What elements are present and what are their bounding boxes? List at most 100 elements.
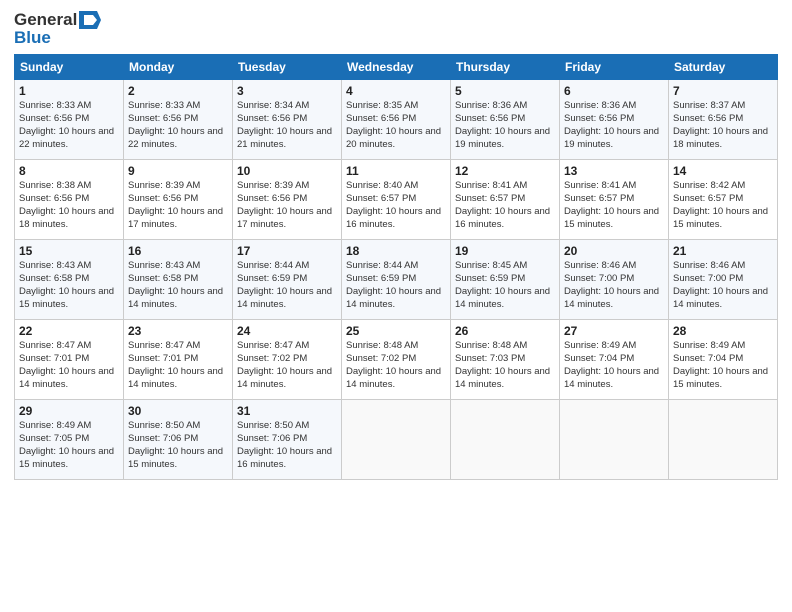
sunrise-text: Sunrise: 8:47 AM xyxy=(19,340,91,351)
day-number: 24 xyxy=(237,323,337,339)
day-cell xyxy=(451,400,560,480)
weekday-header-friday: Friday xyxy=(560,55,669,80)
day-cell: 2Sunrise: 8:33 AMSunset: 6:56 PMDaylight… xyxy=(124,80,233,160)
week-row-2: 8Sunrise: 8:38 AM Sunset: 6:56 PM Daylight… xyxy=(15,160,778,240)
sunrise-text: Sunrise: 8:34 AM xyxy=(237,100,309,111)
day-cell: 14Sunrise: 8:42 AMSunset: 6:57 PMDayligh… xyxy=(669,160,778,240)
day-cell: 21Sunrise: 8:46 AMSunset: 7:00 PMDayligh… xyxy=(669,240,778,320)
sunset-text: Sunset: 7:06 PM xyxy=(237,433,307,444)
day-number: 8 xyxy=(19,163,119,179)
day-cell: 11Sunrise: 8:40 AMSunset: 6:57 PMDayligh… xyxy=(342,160,451,240)
day-cell: 29Sunrise: 8:49 AMSunset: 7:05 PMDayligh… xyxy=(15,400,124,480)
day-number: 17 xyxy=(237,243,337,259)
daylight-text: Daylight: 10 hours and 16 minutes. xyxy=(455,206,550,230)
sunrise-text: Sunrise: 8:47 AM xyxy=(128,340,200,351)
daylight-text: Daylight: 10 hours and 15 minutes. xyxy=(673,366,768,390)
daylight-text: Daylight: 10 hours and 14 minutes. xyxy=(673,286,768,310)
sunrise-text: Sunrise: 8:49 AM xyxy=(19,420,91,431)
daylight-text: Daylight: 10 hours and 22 minutes. xyxy=(128,126,223,150)
day-number: 22 xyxy=(19,323,119,339)
daylight-text: Daylight: 10 hours and 14 minutes. xyxy=(19,366,114,390)
daylight-text: Daylight: 10 hours and 20 minutes. xyxy=(346,126,441,150)
daylight-text: Daylight: 10 hours and 14 minutes. xyxy=(346,366,441,390)
day-cell: 9Sunrise: 8:39 AMSunset: 6:56 PMDaylight… xyxy=(124,160,233,240)
logo-blue-text: Blue xyxy=(14,28,51,47)
sunset-text: Sunset: 7:02 PM xyxy=(346,353,416,364)
day-number: 25 xyxy=(346,323,446,339)
day-cell: 20Sunrise: 8:46 AMSunset: 7:00 PMDayligh… xyxy=(560,240,669,320)
sunrise-text: Sunrise: 8:50 AM xyxy=(237,420,309,431)
sunrise-text: Sunrise: 8:50 AM xyxy=(128,420,200,431)
daylight-text: Daylight: 10 hours and 22 minutes. xyxy=(19,126,114,150)
weekday-header-monday: Monday xyxy=(124,55,233,80)
sunset-text: Sunset: 6:56 PM xyxy=(19,113,89,124)
sunset-text: Sunset: 7:01 PM xyxy=(128,353,198,364)
sunset-text: Sunset: 6:56 PM xyxy=(237,193,307,204)
sunset-text: Sunset: 7:00 PM xyxy=(673,273,743,284)
sunset-text: Sunset: 6:59 PM xyxy=(455,273,525,284)
sunrise-text: Sunrise: 8:43 AM xyxy=(128,260,200,271)
sunset-text: Sunset: 7:04 PM xyxy=(564,353,634,364)
day-number: 23 xyxy=(128,323,228,339)
sunset-text: Sunset: 6:56 PM xyxy=(19,193,89,204)
day-cell: 27Sunrise: 8:49 AMSunset: 7:04 PMDayligh… xyxy=(560,320,669,400)
daylight-text: Daylight: 10 hours and 15 minutes. xyxy=(673,206,768,230)
day-number: 28 xyxy=(673,323,773,339)
daylight-text: Daylight: 10 hours and 18 minutes. xyxy=(673,126,768,150)
logo-combined: General xyxy=(14,10,101,30)
sunrise-text: Sunrise: 8:49 AM xyxy=(673,340,745,351)
week-row-3: 15Sunrise: 8:43 AMSunset: 6:58 PMDayligh… xyxy=(15,240,778,320)
sunset-text: Sunset: 7:02 PM xyxy=(237,353,307,364)
header: General Blue xyxy=(14,10,778,48)
week-row-4: 22Sunrise: 8:47 AMSunset: 7:01 PMDayligh… xyxy=(15,320,778,400)
day-cell: 3Sunrise: 8:34 AMSunset: 6:56 PMDaylight… xyxy=(233,80,342,160)
day-number: 7 xyxy=(673,83,773,99)
sunrise-text: Sunrise: 8:48 AM xyxy=(346,340,418,351)
sunrise-text: Sunrise: 8:42 AM xyxy=(673,180,745,191)
sunrise-text: Sunrise: 8:39 AM xyxy=(237,180,309,191)
week-row-5: 29Sunrise: 8:49 AMSunset: 7:05 PMDayligh… xyxy=(15,400,778,480)
sunrise-text: Sunrise: 8:33 AM xyxy=(128,100,200,111)
day-cell: 26Sunrise: 8:48 AMSunset: 7:03 PMDayligh… xyxy=(451,320,560,400)
sunset-text: Sunset: 7:00 PM xyxy=(564,273,634,284)
sunrise-text: Sunrise: 8:41 AM xyxy=(564,180,636,191)
day-number: 31 xyxy=(237,403,337,419)
sunset-text: Sunset: 6:56 PM xyxy=(128,113,198,124)
sunrise-text: Sunrise: 8:43 AM xyxy=(19,260,91,271)
daylight-text: Daylight: 10 hours and 14 minutes. xyxy=(237,286,332,310)
sunrise-text: Sunrise: 8:48 AM xyxy=(455,340,527,351)
sunset-text: Sunset: 6:56 PM xyxy=(237,113,307,124)
daylight-text: Daylight: 10 hours and 15 minutes. xyxy=(19,446,114,470)
sunrise-text: Sunrise: 8:45 AM xyxy=(455,260,527,271)
sunset-text: Sunset: 6:56 PM xyxy=(128,193,198,204)
day-cell: 4Sunrise: 8:35 AMSunset: 6:56 PMDaylight… xyxy=(342,80,451,160)
day-cell: 15Sunrise: 8:43 AMSunset: 6:58 PMDayligh… xyxy=(15,240,124,320)
sunset-text: Sunset: 6:56 PM xyxy=(564,113,634,124)
sunrise-text: Sunrise: 8:46 AM xyxy=(564,260,636,271)
day-number: 11 xyxy=(346,163,446,179)
day-cell: 8Sunrise: 8:38 AMSunset: 6:56 PMDaylight… xyxy=(15,160,124,240)
day-number: 3 xyxy=(237,83,337,99)
daylight-text: Daylight: 10 hours and 16 minutes. xyxy=(346,206,441,230)
weekday-header-row: SundayMondayTuesdayWednesdayThursdayFrid… xyxy=(15,55,778,80)
logo-general-text: General xyxy=(14,10,77,30)
sunrise-text: Sunrise: 8:38 AM xyxy=(19,180,91,191)
sunset-text: Sunset: 6:58 PM xyxy=(128,273,198,284)
weekday-header-thursday: Thursday xyxy=(451,55,560,80)
daylight-text: Daylight: 10 hours and 14 minutes. xyxy=(564,286,659,310)
sunset-text: Sunset: 7:06 PM xyxy=(128,433,198,444)
sunset-text: Sunset: 6:56 PM xyxy=(455,113,525,124)
day-cell: 30Sunrise: 8:50 AMSunset: 7:06 PMDayligh… xyxy=(124,400,233,480)
day-cell: 12Sunrise: 8:41 AMSunset: 6:57 PMDayligh… xyxy=(451,160,560,240)
day-cell: 28Sunrise: 8:49 AMSunset: 7:04 PMDayligh… xyxy=(669,320,778,400)
day-cell: 6Sunrise: 8:36 AMSunset: 6:56 PMDaylight… xyxy=(560,80,669,160)
daylight-text: Daylight: 10 hours and 14 minutes. xyxy=(128,366,223,390)
day-cell: 24Sunrise: 8:47 AMSunset: 7:02 PMDayligh… xyxy=(233,320,342,400)
day-cell: 1Sunrise: 8:33 AMSunset: 6:56 PMDaylight… xyxy=(15,80,124,160)
logo-flag-icon xyxy=(79,11,101,29)
logo: General Blue xyxy=(14,10,101,48)
day-cell: 17Sunrise: 8:44 AMSunset: 6:59 PMDayligh… xyxy=(233,240,342,320)
weekday-header-sunday: Sunday xyxy=(15,55,124,80)
sunrise-text: Sunrise: 8:33 AM xyxy=(19,100,91,111)
sunset-text: Sunset: 6:59 PM xyxy=(346,273,416,284)
